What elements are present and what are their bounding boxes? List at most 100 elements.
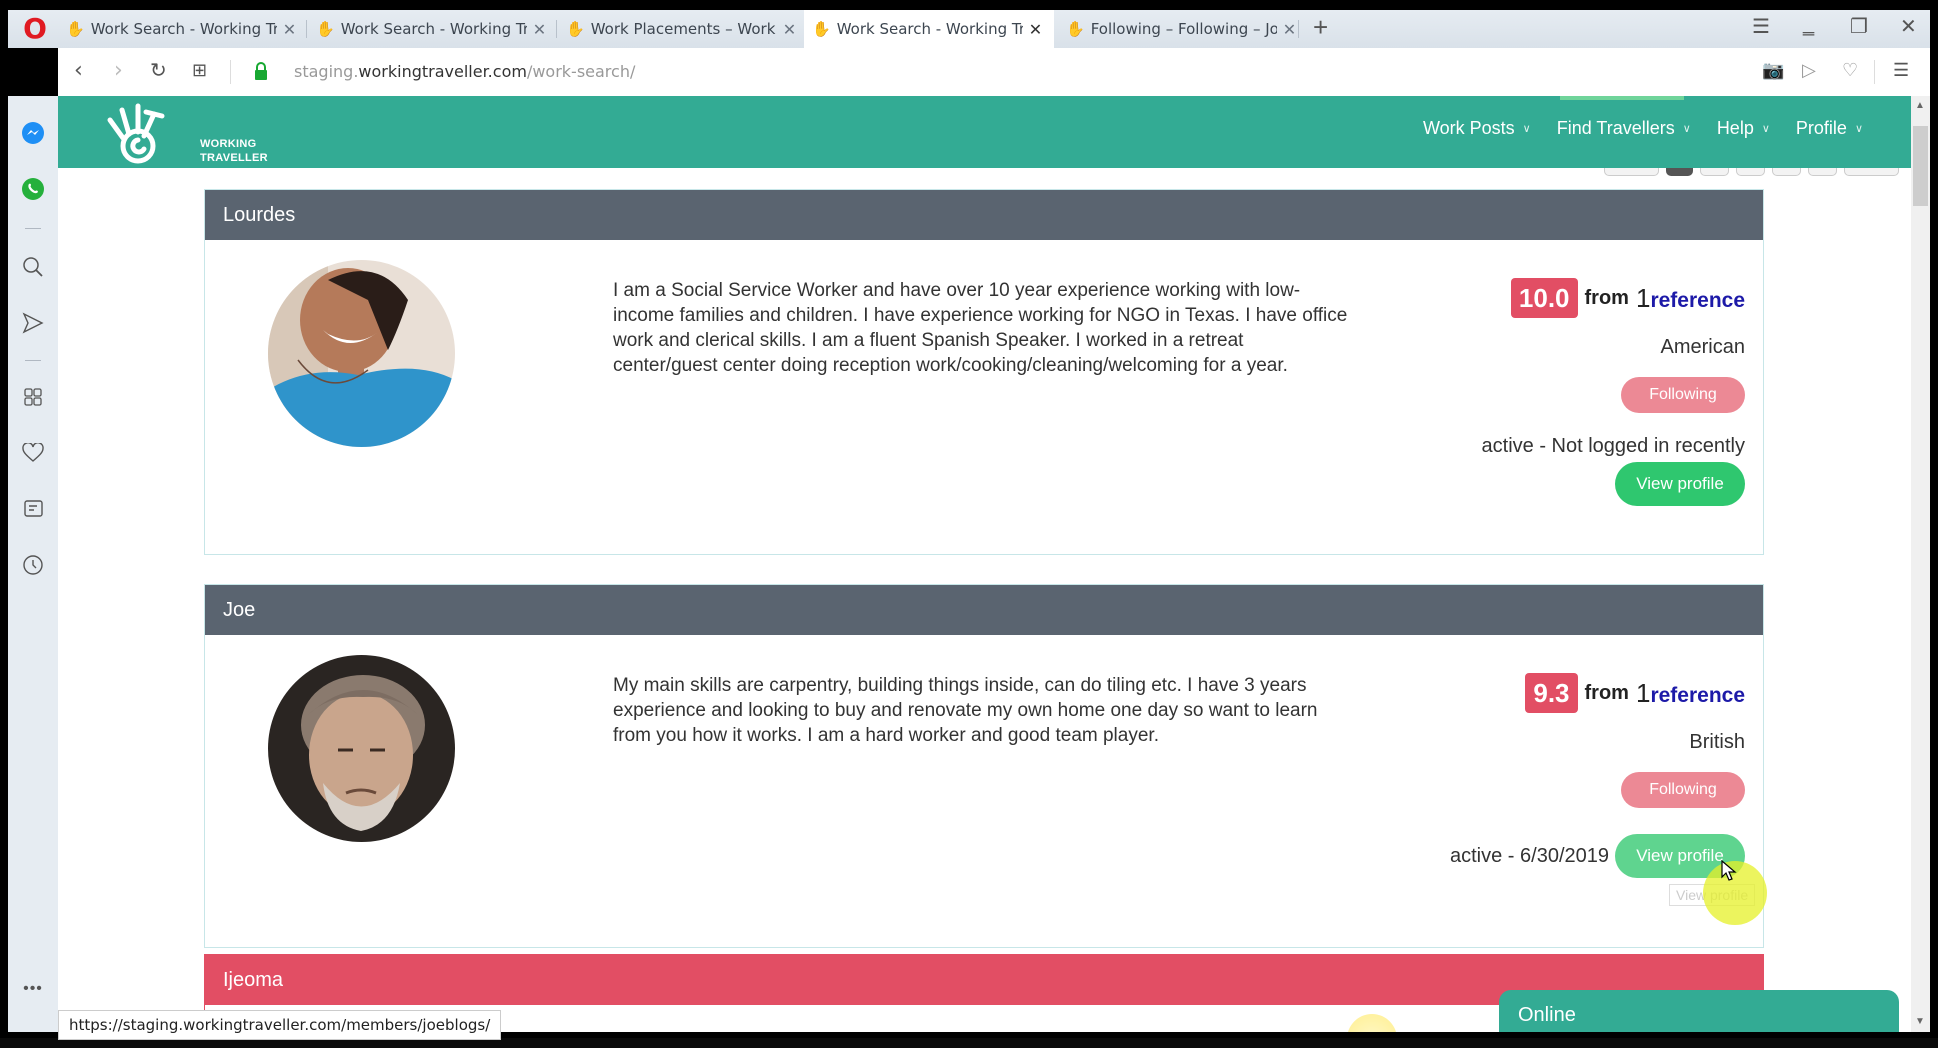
traveller-summary: 10.0 from 1reference American Following … bbox=[1482, 278, 1745, 506]
lock-icon bbox=[255, 62, 267, 80]
site-favicon-icon: ✋ bbox=[566, 20, 585, 38]
heart-icon[interactable] bbox=[20, 440, 46, 466]
easy-setup-icon[interactable]: ☰ bbox=[1893, 60, 1909, 81]
activity-status: active - 6/30/2019 bbox=[1450, 844, 1609, 867]
status-bar-url: https://staging.workingtraveller.com/mem… bbox=[58, 1010, 502, 1040]
sidebar-divider bbox=[25, 360, 41, 361]
heart-icon[interactable]: ♡ bbox=[1842, 60, 1858, 81]
reference-link[interactable]: reference bbox=[1650, 684, 1745, 707]
url-prefix: staging. bbox=[294, 62, 359, 81]
close-window-button[interactable]: ✕ bbox=[1900, 14, 1917, 39]
sidebar-divider bbox=[25, 228, 41, 229]
tab-title: Work Placements – Work P bbox=[590, 20, 777, 38]
rating-score-badge: 10.0 bbox=[1510, 278, 1578, 318]
whatsapp-icon[interactable] bbox=[20, 176, 46, 202]
tab-menu-icon[interactable]: ☰ bbox=[1752, 14, 1770, 39]
tab-title: Work Search - Working Tra bbox=[340, 20, 527, 38]
mouse-cursor-icon bbox=[1721, 860, 1737, 881]
restore-button[interactable]: ❐ bbox=[1850, 14, 1868, 39]
minimize-button[interactable]: ‗ bbox=[1803, 14, 1814, 37]
url-field[interactable]: staging.workingtraveller.com/work-search… bbox=[294, 62, 635, 81]
rating-row: 10.0 from 1reference bbox=[1482, 278, 1745, 318]
send-icon[interactable]: ▷ bbox=[1802, 60, 1816, 81]
nav-label: Work Posts bbox=[1422, 118, 1515, 138]
news-icon[interactable] bbox=[20, 496, 46, 522]
nationality: American bbox=[1660, 336, 1745, 358]
close-tab-icon[interactable]: ✕ bbox=[783, 20, 796, 39]
close-tab-icon[interactable]: ✕ bbox=[533, 20, 546, 39]
following-button[interactable]: Following bbox=[1621, 377, 1745, 413]
traveller-card: Lourdes I am a Social Service Worker and… bbox=[204, 189, 1764, 555]
traveller-name[interactable]: Ijeoma bbox=[223, 969, 283, 992]
site-favicon-icon: ✋ bbox=[1066, 20, 1085, 38]
forward-icon[interactable]: › bbox=[114, 58, 123, 83]
close-tab-icon[interactable]: ✕ bbox=[1283, 20, 1296, 39]
traveller-bio: My main skills are carpentry, building t… bbox=[613, 675, 1318, 746]
tab-active[interactable]: ✋ Work Search - Working Tra ✕ bbox=[804, 10, 1054, 48]
close-tab-icon[interactable]: ✕ bbox=[1029, 20, 1042, 39]
view-profile-button[interactable]: View profile bbox=[1615, 462, 1745, 506]
reference-link[interactable]: reference bbox=[1650, 289, 1745, 312]
tab[interactable]: ✋ Work Search - Working Tra ✕ bbox=[308, 10, 554, 48]
new-tab-button[interactable]: + bbox=[1313, 12, 1328, 43]
search-icon[interactable] bbox=[20, 254, 46, 280]
chevron-down-icon: ∨ bbox=[1682, 123, 1691, 135]
tab-bar: O ✋ Work Search - Working Tra ✕ ✋ Work S… bbox=[8, 10, 1930, 48]
reload-icon[interactable]: ↻ bbox=[150, 58, 167, 82]
logo-line-2: TRAVELLER bbox=[200, 152, 268, 164]
history-icon[interactable] bbox=[20, 552, 46, 578]
opera-menu-icon[interactable]: O bbox=[22, 15, 48, 43]
tab-title: Work Search - Working Tra bbox=[836, 20, 1023, 38]
tab[interactable]: ✋ Work Placements – Work P ✕ bbox=[558, 10, 804, 48]
speed-dial-icon[interactable]: ⊞ bbox=[192, 60, 207, 81]
main-nav: Work Posts ∨ Find Travellers ∨ Help ∨ Pr… bbox=[1423, 118, 1863, 139]
traveller-name[interactable]: Joe bbox=[223, 599, 255, 622]
rating-score-badge: 9.3 bbox=[1525, 673, 1578, 713]
site-header: WORKING TRAVELLER Work Posts ∨ Find Trav… bbox=[58, 96, 1911, 168]
logo-line-1: WORKING bbox=[200, 138, 257, 150]
tab-divider bbox=[556, 20, 557, 38]
chevron-down-icon: ∨ bbox=[1761, 123, 1770, 135]
scroll-up-icon[interactable]: ▲ bbox=[1915, 100, 1925, 111]
tab[interactable]: ✋ Work Search - Working Tra ✕ bbox=[58, 10, 304, 48]
header-highlight bbox=[1560, 96, 1684, 100]
nav-help[interactable]: Help ∨ bbox=[1717, 118, 1770, 139]
avatar[interactable] bbox=[268, 655, 455, 842]
following-button[interactable]: Following bbox=[1621, 772, 1745, 808]
chat-widget[interactable]: Online bbox=[1499, 990, 1899, 1032]
site-logo[interactable]: WORKING TRAVELLER bbox=[98, 100, 268, 164]
nav-profile[interactable]: Profile ∨ bbox=[1796, 118, 1863, 139]
hand-logo-icon bbox=[107, 103, 165, 164]
snapshot-icon[interactable]: 📷 bbox=[1762, 60, 1784, 81]
tab-divider bbox=[306, 20, 307, 38]
rating-from-label: from bbox=[1584, 286, 1629, 309]
traveller-name[interactable]: Lourdes bbox=[223, 204, 295, 227]
scroll-down-icon[interactable]: ▼ bbox=[1915, 1016, 1925, 1027]
page-scrollbar[interactable]: ▲ ▼ bbox=[1911, 96, 1930, 1032]
reference-count: 1 bbox=[1635, 282, 1651, 313]
nav-find-travellers[interactable]: Find Travellers ∨ bbox=[1557, 118, 1691, 139]
back-icon[interactable]: ‹ bbox=[74, 58, 83, 83]
speed-dial-icon[interactable] bbox=[20, 384, 46, 410]
nav-work-posts[interactable]: Work Posts ∨ bbox=[1423, 118, 1531, 139]
more-icon[interactable]: ••• bbox=[20, 976, 46, 1002]
traveller-bio: I am a Social Service Worker and have ov… bbox=[613, 280, 1348, 376]
tab-divider bbox=[1298, 20, 1299, 38]
nav-label: Profile bbox=[1795, 118, 1847, 138]
address-bar: ‹ › ↻ ⊞ staging.workingtraveller.com/wor… bbox=[58, 48, 1930, 96]
url-path: /work-search/ bbox=[526, 62, 636, 81]
scroll-thumb[interactable] bbox=[1913, 126, 1928, 206]
messenger-icon[interactable] bbox=[20, 120, 46, 146]
card-header: Joe bbox=[205, 585, 1763, 635]
tab[interactable]: ✋ Following – Following – Jol ✕ bbox=[1058, 10, 1304, 48]
divider bbox=[1874, 60, 1875, 84]
send-icon[interactable] bbox=[20, 310, 46, 336]
avatar[interactable] bbox=[268, 260, 455, 447]
traveller-summary: 9.3 from 1reference British Following ac… bbox=[1450, 673, 1745, 878]
screen: O ✋ Work Search - Working Tra ✕ ✋ Work S… bbox=[0, 0, 1938, 1048]
chevron-down-icon: ∨ bbox=[1854, 123, 1863, 135]
nationality: British bbox=[1689, 731, 1745, 753]
site-favicon-icon: ✋ bbox=[316, 20, 335, 38]
rating-from-label: from bbox=[1584, 681, 1629, 704]
close-tab-icon[interactable]: ✕ bbox=[283, 20, 296, 39]
